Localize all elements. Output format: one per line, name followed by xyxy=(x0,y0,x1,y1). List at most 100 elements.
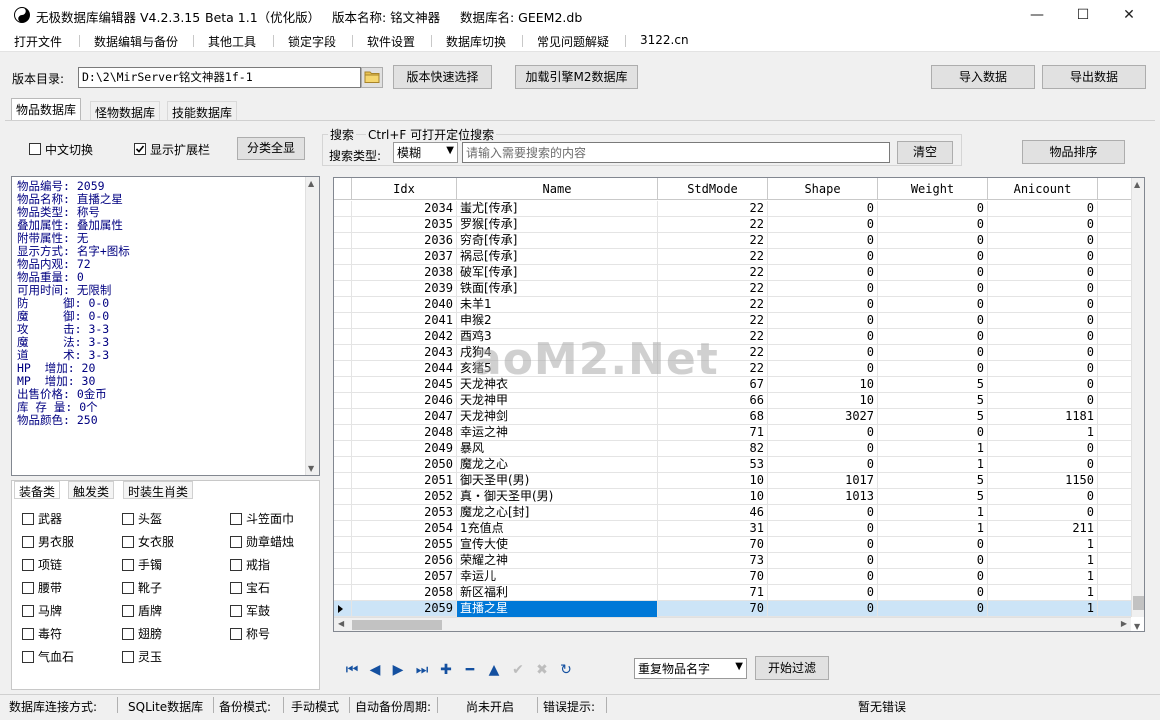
cell-weight[interactable]: 0 xyxy=(878,217,988,233)
category-checkbox[interactable]: 毒符 xyxy=(22,625,62,642)
cell-shape[interactable]: 0 xyxy=(768,313,878,329)
grid-vscrollbar[interactable]: ▲ ▼ xyxy=(1131,178,1144,631)
cell-idx[interactable]: 2044 xyxy=(352,361,457,377)
tab-equipment[interactable]: 装备类 xyxy=(14,481,61,499)
cell-stdmode[interactable]: 66 xyxy=(658,393,768,409)
cell-name[interactable]: 祸忌[传承] xyxy=(457,249,658,265)
cell-idx[interactable]: 2038 xyxy=(352,265,457,281)
info-scrollbar[interactable]: ▲ ▼ xyxy=(305,177,319,475)
cell-stdmode[interactable]: 22 xyxy=(658,217,768,233)
menu-data-edit-backup[interactable]: 数据编辑与备份 xyxy=(94,33,178,50)
grid-vscroll-thumb[interactable] xyxy=(1133,596,1144,610)
cell-shape[interactable]: 0 xyxy=(768,505,878,521)
cell-idx[interactable]: 2042 xyxy=(352,329,457,345)
cell-name[interactable]: 穷奇[传承] xyxy=(457,233,658,249)
cell-shape[interactable]: 0 xyxy=(768,345,878,361)
tab-skill-db[interactable]: 技能数据库 xyxy=(167,101,238,121)
cell-anicount[interactable]: 0 xyxy=(988,201,1098,217)
cell-name[interactable]: 蚩尤[传承] xyxy=(457,201,658,217)
category-checkbox[interactable]: 戒指 xyxy=(230,556,270,573)
menu-db-switch[interactable]: 数据库切换 xyxy=(446,33,506,50)
cell-idx[interactable]: 2050 xyxy=(352,457,457,473)
category-checkbox[interactable]: 女衣服 xyxy=(122,533,174,550)
cell-idx[interactable]: 2039 xyxy=(352,281,457,297)
quick-select-button[interactable]: 版本快速选择 xyxy=(393,65,492,89)
table-row[interactable]: 2042 酉鸡3 22 0 0 0 xyxy=(334,329,1131,345)
cell-anicount[interactable]: 0 xyxy=(988,441,1098,457)
category-checkbox[interactable]: 项链 xyxy=(22,556,62,573)
cell-name[interactable]: 魔龙之心 xyxy=(457,457,658,473)
table-row[interactable]: 2056 荣耀之神 73 0 0 1 xyxy=(334,553,1131,569)
cell-weight[interactable]: 1 xyxy=(878,505,988,521)
cancel-icon[interactable]: ✖ xyxy=(533,661,551,679)
table-row[interactable]: 2040 未羊1 22 0 0 0 xyxy=(334,297,1131,313)
start-filter-button[interactable]: 开始过滤 xyxy=(755,656,829,680)
tab-monster-db[interactable]: 怪物数据库 xyxy=(90,101,161,121)
category-checkbox[interactable]: 灵玉 xyxy=(122,648,162,665)
item-sort-button[interactable]: 物品排序 xyxy=(1022,140,1125,164)
import-data-button[interactable]: 导入数据 xyxy=(931,65,1035,89)
category-checkbox[interactable]: 气血石 xyxy=(22,648,74,665)
cell-weight[interactable]: 1 xyxy=(878,521,988,537)
insert-icon[interactable]: ✚ xyxy=(437,661,455,679)
item-data-grid[interactable]: Idx Name StdMode Shape Weight Anicount 2034 蚩尤… xyxy=(333,177,1145,632)
table-row[interactable]: 2051 御天圣甲(男) 10 1017 5 1150 xyxy=(334,473,1131,489)
cell-shape[interactable]: 0 xyxy=(768,553,878,569)
cell-anicount[interactable]: 0 xyxy=(988,457,1098,473)
cell-weight[interactable]: 5 xyxy=(878,489,988,505)
cell-name[interactable]: 真・御天圣甲(男) xyxy=(457,489,658,505)
category-checkbox[interactable]: 称号 xyxy=(230,625,270,642)
filter-type-select[interactable]: 重复物品名字 ▼ xyxy=(634,658,747,679)
cell-name[interactable]: 破军[传承] xyxy=(457,265,658,281)
last-icon[interactable]: ⏭ xyxy=(413,661,431,679)
cell-idx[interactable]: 2057 xyxy=(352,569,457,585)
cell-weight[interactable]: 0 xyxy=(878,361,988,377)
cell-stdmode[interactable]: 31 xyxy=(658,521,768,537)
cell-anicount[interactable]: 0 xyxy=(988,281,1098,297)
cell-idx[interactable]: 2059 xyxy=(352,601,457,617)
cell-stdmode[interactable]: 68 xyxy=(658,409,768,425)
delete-icon[interactable]: ━ xyxy=(461,661,479,679)
cell-shape[interactable]: 0 xyxy=(768,265,878,281)
category-checkbox[interactable]: 男衣服 xyxy=(22,533,74,550)
cell-stdmode[interactable]: 46 xyxy=(658,505,768,521)
cell-shape[interactable]: 0 xyxy=(768,441,878,457)
cell-stdmode[interactable]: 22 xyxy=(658,233,768,249)
cell-weight[interactable]: 5 xyxy=(878,409,988,425)
table-row[interactable]: 2053 魔龙之心[封] 46 0 1 0 xyxy=(334,505,1131,521)
browse-folder-button[interactable] xyxy=(361,67,383,88)
export-data-button[interactable]: 导出数据 xyxy=(1042,65,1146,89)
cell-name[interactable]: 宣传大使 xyxy=(457,537,658,553)
cell-anicount[interactable]: 0 xyxy=(988,393,1098,409)
post-icon[interactable]: ✔ xyxy=(509,661,527,679)
cell-anicount[interactable]: 0 xyxy=(988,329,1098,345)
cell-idx[interactable]: 2053 xyxy=(352,505,457,521)
cell-idx[interactable]: 2035 xyxy=(352,217,457,233)
grid-hscroll-thumb[interactable] xyxy=(352,620,442,630)
cell-idx[interactable]: 2055 xyxy=(352,537,457,553)
cell-name[interactable]: 魔龙之心[封] xyxy=(457,505,658,521)
cell-anicount[interactable]: 0 xyxy=(988,489,1098,505)
cell-idx[interactable]: 2048 xyxy=(352,425,457,441)
cell-shape[interactable]: 0 xyxy=(768,585,878,601)
show-ext-checkbox[interactable] xyxy=(134,143,146,155)
tab-fashion-zodiac[interactable]: 时装生肖类 xyxy=(123,481,194,499)
cell-name[interactable]: 暴风 xyxy=(457,441,658,457)
category-checkbox[interactable]: 军鼓 xyxy=(230,602,270,619)
cell-name[interactable]: 新区福利 xyxy=(457,585,658,601)
cell-stdmode[interactable]: 70 xyxy=(658,569,768,585)
table-row[interactable]: 2035 罗猴[传承] 22 0 0 0 xyxy=(334,217,1131,233)
cell-stdmode[interactable]: 73 xyxy=(658,553,768,569)
cell-anicount[interactable]: 0 xyxy=(988,313,1098,329)
cell-idx[interactable]: 2049 xyxy=(352,441,457,457)
clear-button[interactable]: 清空 xyxy=(897,141,953,164)
category-checkbox[interactable]: 斗笠面巾 xyxy=(230,510,294,527)
prior-icon[interactable]: ◀ xyxy=(366,661,384,679)
cell-shape[interactable]: 0 xyxy=(768,601,878,617)
cell-shape[interactable]: 0 xyxy=(768,329,878,345)
table-row[interactable]: 2041 申猴2 22 0 0 0 xyxy=(334,313,1131,329)
cell-idx[interactable]: 2037 xyxy=(352,249,457,265)
cell-shape[interactable]: 0 xyxy=(768,233,878,249)
table-row[interactable]: 2049 暴风 82 0 1 0 xyxy=(334,441,1131,457)
cell-idx[interactable]: 2054 xyxy=(352,521,457,537)
